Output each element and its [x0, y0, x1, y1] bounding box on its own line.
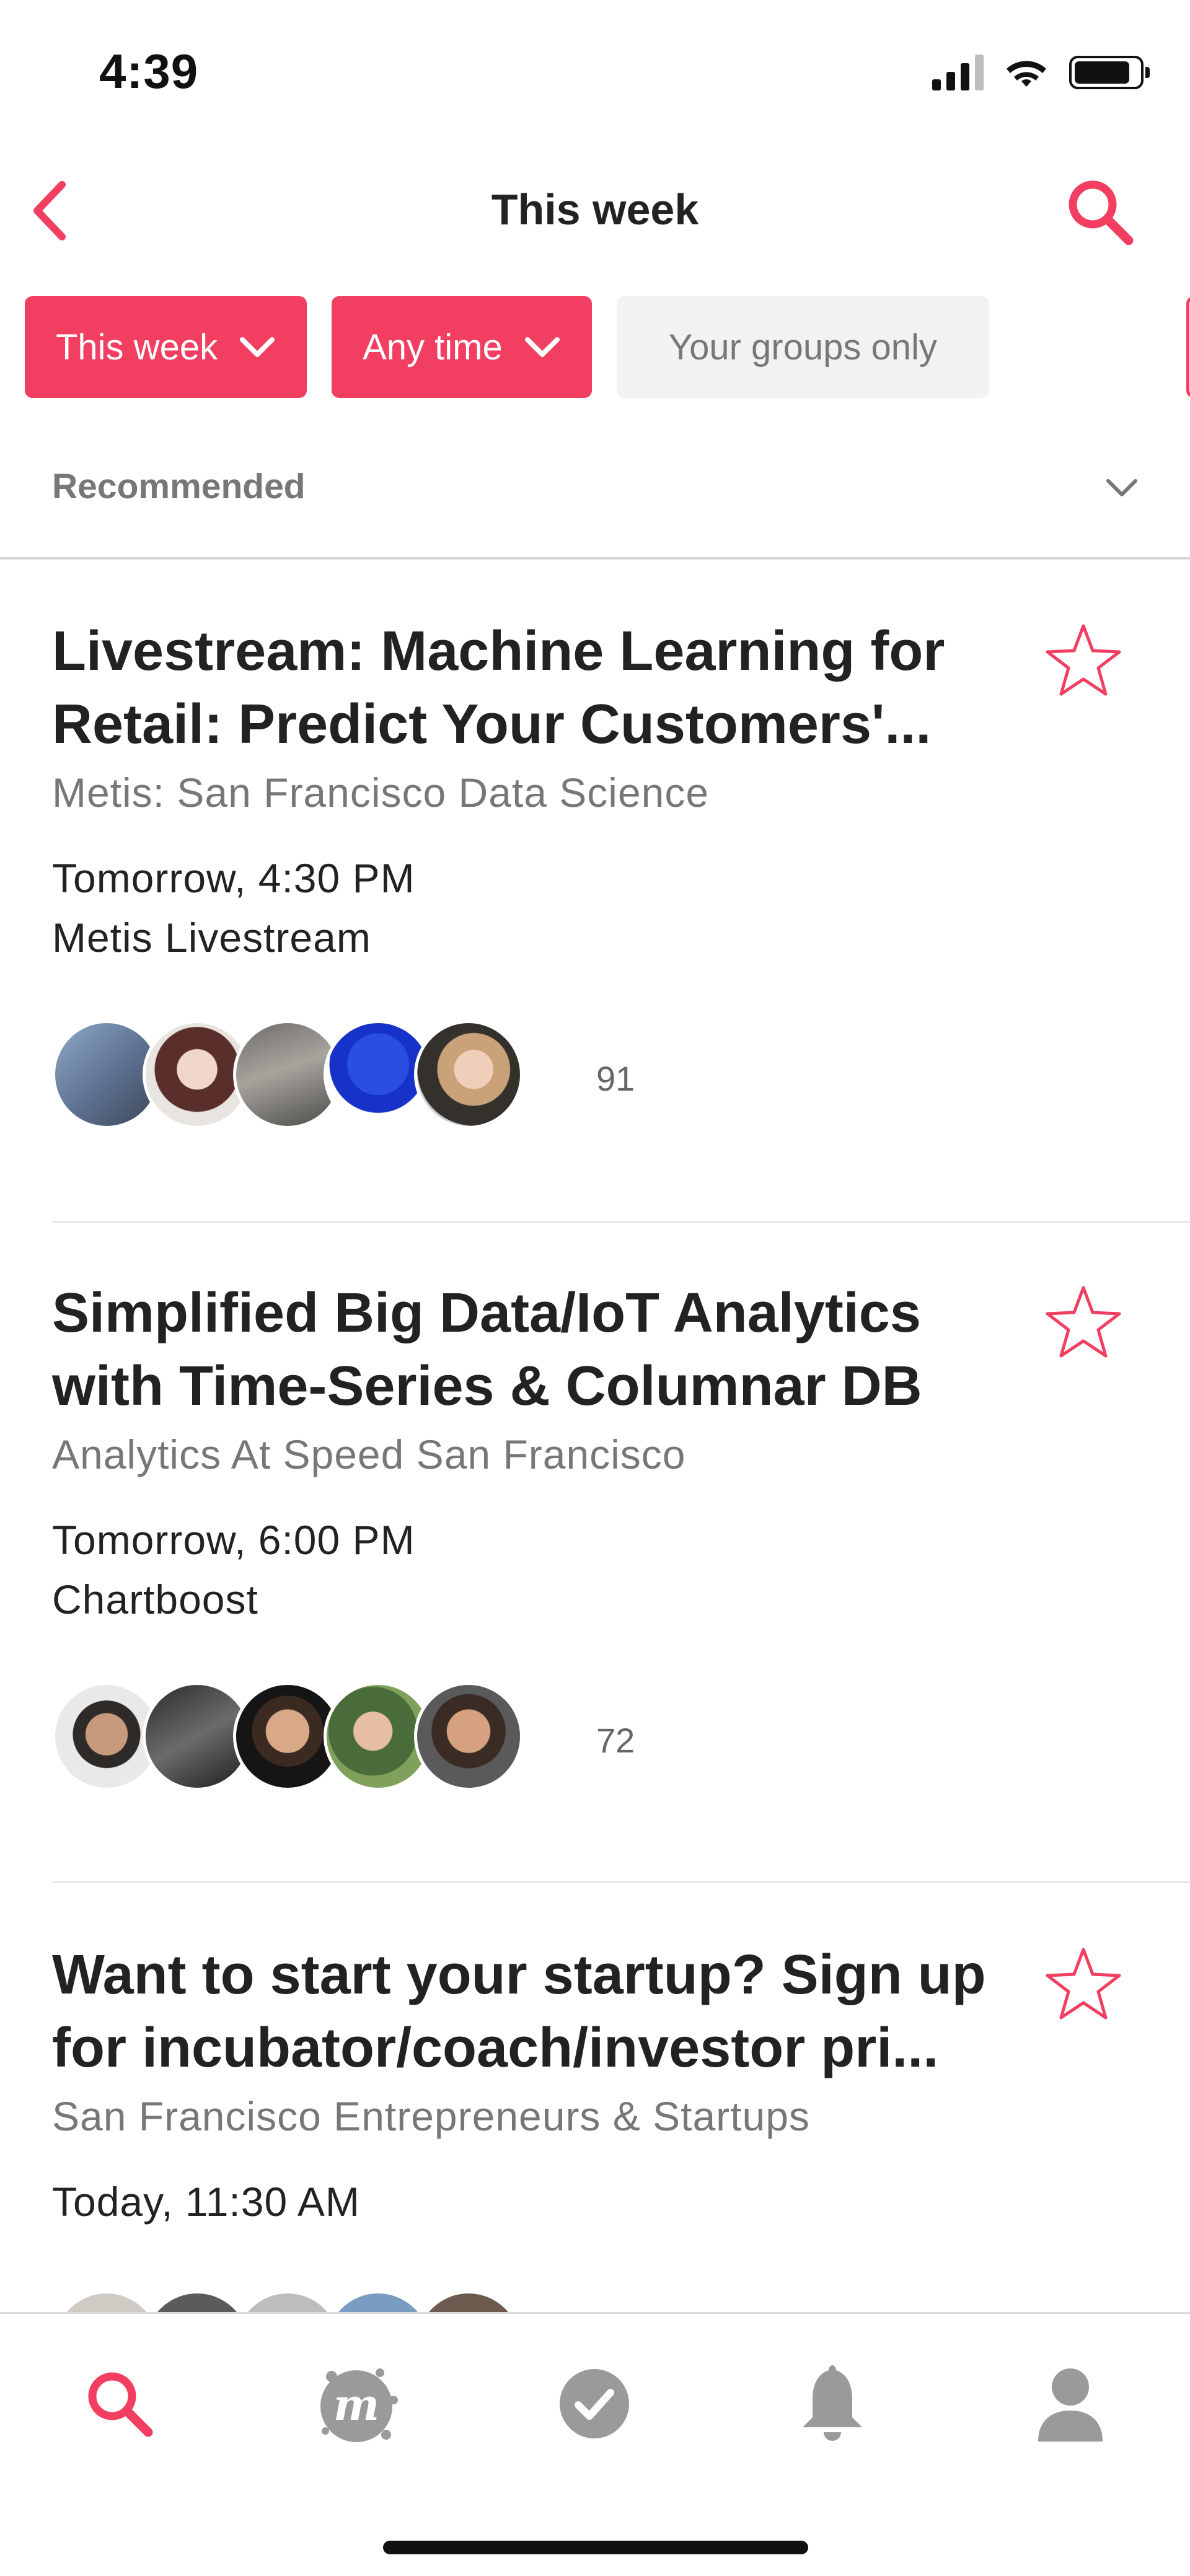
tab-profile[interactable]: [1018, 2351, 1123, 2456]
event-card[interactable]: Livestream: Machine Learning for Retail:…: [0, 615, 1190, 1222]
star-icon[interactable]: [1040, 1281, 1127, 1368]
chevron-down-icon: [1106, 479, 1137, 496]
svg-text:m: m: [333, 2379, 379, 2430]
filter-date-label: This week: [56, 327, 218, 367]
filter-time-chip[interactable]: Any time: [332, 296, 592, 398]
avatar: [414, 2290, 523, 2313]
event-search-screen: 4:39 This week This week Any time Your g…: [0, 0, 1190, 2576]
checkmark-circle-icon: [560, 2369, 629, 2438]
divider: [52, 1881, 1190, 1883]
tab-explore[interactable]: [67, 2351, 172, 2456]
profile-icon: [1038, 2368, 1103, 2442]
filter-groups-label: Your groups only: [668, 327, 937, 367]
avatar: [414, 1682, 523, 1791]
avatar: [324, 2290, 433, 2313]
attendee-avatars: [52, 2290, 523, 2313]
tab-bar: m: [0, 2312, 1190, 2576]
event-card[interactable]: Simplified Big Data/IoT Analytics with T…: [0, 1277, 1190, 1884]
meetup-logo-icon: m: [320, 2368, 398, 2442]
attendee-avatars: [52, 1020, 523, 1129]
event-group-name: Metis: San Francisco Data Science: [52, 770, 710, 815]
battery-icon: [1069, 56, 1150, 89]
attendee-avatars: [52, 1682, 523, 1791]
filter-groups-chip[interactable]: Your groups only: [616, 296, 989, 398]
chevron-down-icon: [240, 337, 275, 357]
bell-icon: [803, 2365, 862, 2441]
event-title: Want to start your startup? Sign up for …: [52, 1944, 986, 2079]
avatar: [143, 2290, 252, 2313]
status-icons: [932, 55, 1150, 90]
filter-more-chip[interactable]: [1186, 296, 1190, 398]
event-title: Livestream: Machine Learning for Retail:…: [52, 620, 945, 755]
event-time: Tomorrow, 6:00 PM: [52, 1517, 415, 1563]
search-icon[interactable]: [1063, 175, 1137, 249]
event-group-name: San Francisco Entrepreneurs & Startups: [52, 2093, 810, 2139]
event-card[interactable]: Want to start your startup? Sign up for …: [0, 1938, 1190, 2313]
avatar: [233, 2290, 342, 2313]
page-title: This week: [491, 185, 699, 234]
sort-selector[interactable]: Recommended: [0, 434, 1190, 558]
tab-calendar[interactable]: [542, 2351, 647, 2456]
wifi-icon: [1007, 61, 1046, 87]
tab-groups[interactable]: m: [304, 2351, 409, 2456]
filter-time-label: Any time: [363, 327, 503, 367]
filter-bar: This week Any time Your groups only: [25, 296, 989, 399]
attendee-count: 72: [596, 1721, 635, 1760]
event-time: Today, 11:30 AM: [52, 2179, 360, 2225]
cellular-signal-icon: [932, 55, 984, 90]
event-title: Simplified Big Data/IoT Analytics with T…: [52, 1282, 922, 1417]
nav-bar: This week: [0, 143, 1190, 279]
avatar: [414, 1020, 523, 1129]
filter-date-chip[interactable]: This week: [25, 296, 307, 398]
divider: [52, 1221, 1190, 1223]
tab-notifications[interactable]: [780, 2351, 885, 2456]
star-icon[interactable]: [1040, 620, 1127, 706]
search-icon: [88, 2372, 153, 2437]
star-icon[interactable]: [1040, 1943, 1127, 2030]
event-group-name: Analytics At Speed San Francisco: [52, 1431, 686, 1477]
event-time: Tomorrow, 4:30 PM: [52, 855, 415, 901]
avatar: [52, 2290, 161, 2313]
status-time: 4:39: [99, 44, 199, 99]
home-indicator: [383, 2541, 808, 2554]
sort-label: Recommended: [52, 467, 306, 506]
event-venue: Chartboost: [52, 1576, 258, 1622]
chevron-down-icon: [524, 337, 560, 357]
attendee-count: 91: [596, 1059, 635, 1098]
status-bar: 4:39: [0, 0, 1190, 143]
event-venue: Metis Livestream: [52, 915, 371, 961]
divider: [0, 557, 1190, 560]
